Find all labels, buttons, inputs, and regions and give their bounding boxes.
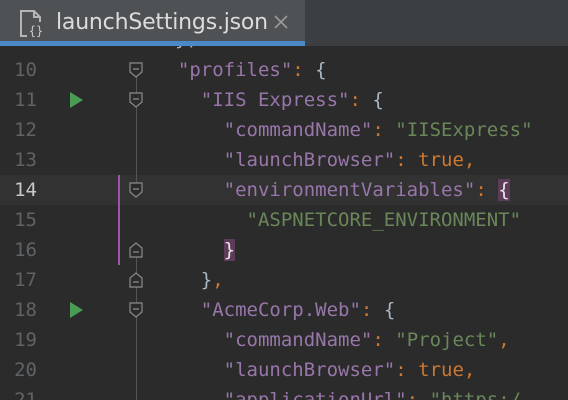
code-text: }	[155, 235, 236, 265]
fold-collapse-icon[interactable]	[129, 182, 143, 198]
line-number: 21	[14, 389, 37, 400]
open-brace: {	[315, 59, 327, 81]
json-separator: :	[360, 299, 384, 321]
json-key: "commandName"	[223, 329, 373, 351]
tab-title: launchSettings.json	[56, 10, 268, 35]
close-icon[interactable]	[270, 10, 292, 34]
code-line[interactable]: 18 "AcmeCorp.Web": {	[0, 295, 568, 325]
open-brace: {	[372, 89, 384, 111]
line-number: 12	[14, 119, 37, 141]
code-text: "commandName": "Project",	[155, 325, 510, 355]
fold-collapse-icon[interactable]	[129, 62, 143, 78]
line-number: 17	[14, 269, 37, 291]
open-brace: {	[383, 299, 396, 321]
fold-collapse-icon[interactable]	[129, 302, 143, 318]
code-text: "launchBrowser": true,	[155, 355, 476, 385]
json-boolean-value: true	[418, 359, 464, 381]
json-separator: :	[475, 179, 499, 201]
open-brace: {	[498, 179, 510, 201]
code-line[interactable]: 16 }	[0, 235, 568, 265]
json-key: "AcmeCorp.Web"	[200, 299, 361, 321]
code-line[interactable]: 12 "commandName": "IISExpress"	[0, 115, 568, 145]
code-line[interactable]: 13 "launchBrowser": true,	[0, 145, 568, 175]
json-separator: :	[292, 59, 316, 81]
json-comma: ,	[498, 329, 510, 351]
code-line[interactable]: 14 "environmentVariables": {	[0, 175, 568, 205]
json-key: "applicationUrl"	[223, 389, 407, 400]
run-icon[interactable]	[68, 301, 84, 319]
code-line[interactable]: 19 "commandName": "Project",	[0, 325, 568, 355]
json-key: "commandName"	[223, 119, 373, 141]
line-number: 20	[14, 359, 37, 381]
line-number: 18	[14, 299, 37, 321]
close-brace: }	[223, 239, 236, 261]
code-editor[interactable]: }, 10 "profiles": {11 "IIS Express": {12…	[0, 46, 568, 400]
json-separator: :	[395, 359, 419, 381]
code-text: "environmentVariables": {	[155, 175, 510, 205]
json-key: "launchBrowser"	[223, 149, 396, 171]
code-line-partial: },	[0, 46, 568, 54]
fold-end-icon[interactable]	[129, 272, 143, 288]
code-text: "launchBrowser": true,	[155, 145, 476, 175]
json-boolean-value: true	[418, 149, 464, 171]
code-line[interactable]: 20 "launchBrowser": true,	[0, 355, 568, 385]
code-fragment: },	[175, 46, 198, 54]
json-separator: :	[395, 149, 419, 171]
json-string-value: "ASPNETCORE_ENVIRONMENT"	[246, 209, 522, 231]
line-number: 10	[14, 59, 37, 81]
json-string-value: "Project"	[395, 329, 499, 351]
code-line[interactable]: 10 "profiles": {	[0, 55, 568, 85]
json-file-icon: {}	[20, 10, 45, 38]
json-string-value: "IISExpress"	[395, 119, 533, 141]
tab-launchsettings-json[interactable]: {} launchSettings.json	[0, 0, 305, 46]
line-number: 16	[14, 239, 37, 261]
json-key: "profiles"	[177, 59, 293, 81]
code-text: "ASPNETCORE_ENVIRONMENT"	[155, 205, 522, 235]
json-comma: ,	[212, 269, 224, 291]
code-text: "applicationUrl": "https:/	[155, 385, 521, 400]
code-line[interactable]: 11 "IIS Express": {	[0, 85, 568, 115]
close-brace: }	[200, 269, 213, 291]
code-line[interactable]: 15 "ASPNETCORE_ENVIRONMENT"	[0, 205, 568, 235]
line-number: 13	[14, 149, 37, 171]
code-text: "profiles": {	[155, 55, 327, 85]
json-key: "environmentVariables"	[223, 179, 476, 201]
editor-tab-bar: {} launchSettings.json	[0, 0, 568, 46]
line-number: 14	[14, 179, 37, 201]
json-comma: ,	[463, 149, 476, 171]
code-text: "commandName": "IISExpress"	[155, 115, 533, 145]
line-number: 11	[14, 89, 37, 111]
svg-text:{}: {}	[29, 24, 43, 38]
json-comma: ,	[463, 359, 476, 381]
code-text: "IIS Express": {	[155, 85, 384, 115]
json-separator: :	[349, 89, 373, 111]
json-string-value: "https:/	[429, 389, 522, 400]
json-separator: :	[372, 119, 396, 141]
fold-end-icon[interactable]	[129, 242, 143, 258]
line-number: 15	[14, 209, 37, 231]
run-icon[interactable]	[68, 91, 84, 109]
code-line[interactable]: 21 "applicationUrl": "https:/	[0, 385, 568, 400]
json-separator: :	[372, 329, 396, 351]
json-key: "IIS Express"	[200, 89, 350, 111]
fold-collapse-icon[interactable]	[129, 92, 143, 108]
json-separator: :	[406, 389, 430, 400]
line-number: 19	[14, 329, 37, 351]
code-text: "AcmeCorp.Web": {	[155, 295, 396, 325]
json-key: "launchBrowser"	[223, 359, 396, 381]
code-text: },	[155, 265, 224, 295]
code-line[interactable]: 17 },	[0, 265, 568, 295]
